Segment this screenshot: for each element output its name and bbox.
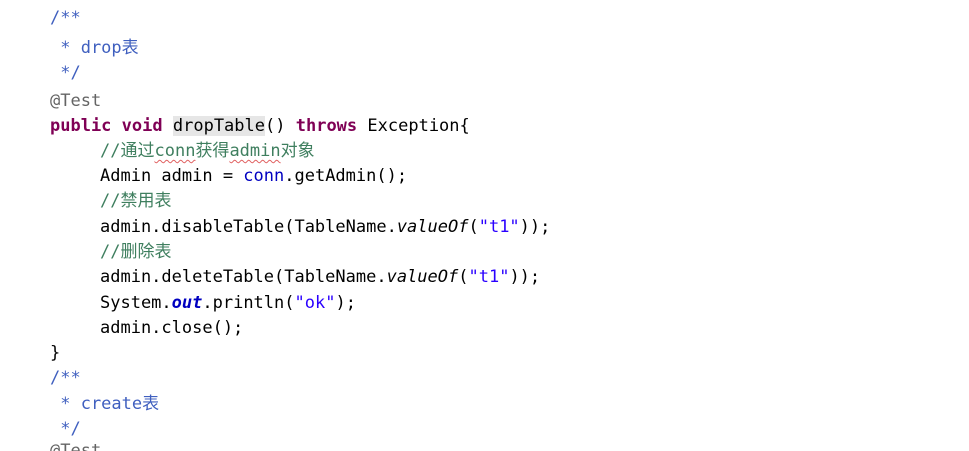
string-literal: "t1" [468, 267, 510, 287]
method-parens: () [265, 116, 286, 136]
javadoc-description: * create表 [50, 394, 160, 414]
code-delete-table: admin.deleteTable(TableName.valueOf("t1"… [0, 265, 540, 290]
code-part: .getAdmin(); [284, 166, 408, 186]
exception-type: Exception{ [367, 116, 470, 136]
code-part: )); [509, 267, 541, 287]
code-disable-table: admin.disableTable(TableName.valueOf("t1… [0, 215, 550, 240]
field-conn: conn [243, 166, 285, 186]
static-field-out: out [171, 293, 203, 313]
comment-delete-table: //删除表 [100, 242, 172, 262]
string-literal: "t1" [478, 217, 520, 237]
code-admin-close: admin.close(); [100, 318, 244, 338]
code-part: ( [458, 267, 469, 287]
code-part: System. [100, 293, 172, 313]
keyword-void: void [121, 116, 163, 136]
code-part: admin.deleteTable(TableName. [100, 267, 387, 287]
javadoc-open: /** [50, 8, 81, 28]
method-name[interactable]: dropTable [172, 116, 265, 136]
code-part: ( [468, 217, 479, 237]
javadoc-close: */ [50, 63, 81, 83]
code-part: Admin admin = [100, 166, 244, 186]
javadoc-description: * drop表 [50, 38, 139, 58]
code-editor[interactable]: /** * drop表 */ @Test public void dropTab… [0, 0, 969, 451]
spellcheck-word-admin[interactable]: admin [229, 141, 280, 161]
comment-part: //通过 [100, 141, 155, 161]
comment-part: 对象 [280, 141, 315, 161]
comment-get-admin: //通过conn获得admin对象 [0, 139, 315, 164]
string-literal: "ok" [294, 293, 336, 313]
keyword-public: public [50, 116, 112, 136]
method-close-brace: } [50, 343, 61, 363]
keyword-throws: throws [295, 116, 358, 136]
spellcheck-word-conn[interactable]: conn [154, 141, 195, 161]
test-annotation-partial: @Test [50, 441, 102, 451]
code-part: admin.disableTable(TableName. [100, 217, 397, 237]
code-println: System.out.println("ok"); [0, 291, 356, 316]
code-part: .println( [202, 293, 295, 313]
method-signature: public void dropTable() throws Exception… [0, 114, 470, 139]
code-part: )); [519, 217, 551, 237]
code-part: ); [335, 293, 356, 313]
static-method-valueof: valueOf [386, 267, 459, 287]
static-method-valueof: valueOf [396, 217, 469, 237]
javadoc-open: /** [50, 368, 81, 388]
test-annotation: @Test [50, 91, 102, 111]
comment-part: 获得 [195, 141, 230, 161]
comment-disable-table: //禁用表 [100, 191, 172, 211]
code-get-admin: Admin admin = conn.getAdmin(); [0, 164, 407, 189]
